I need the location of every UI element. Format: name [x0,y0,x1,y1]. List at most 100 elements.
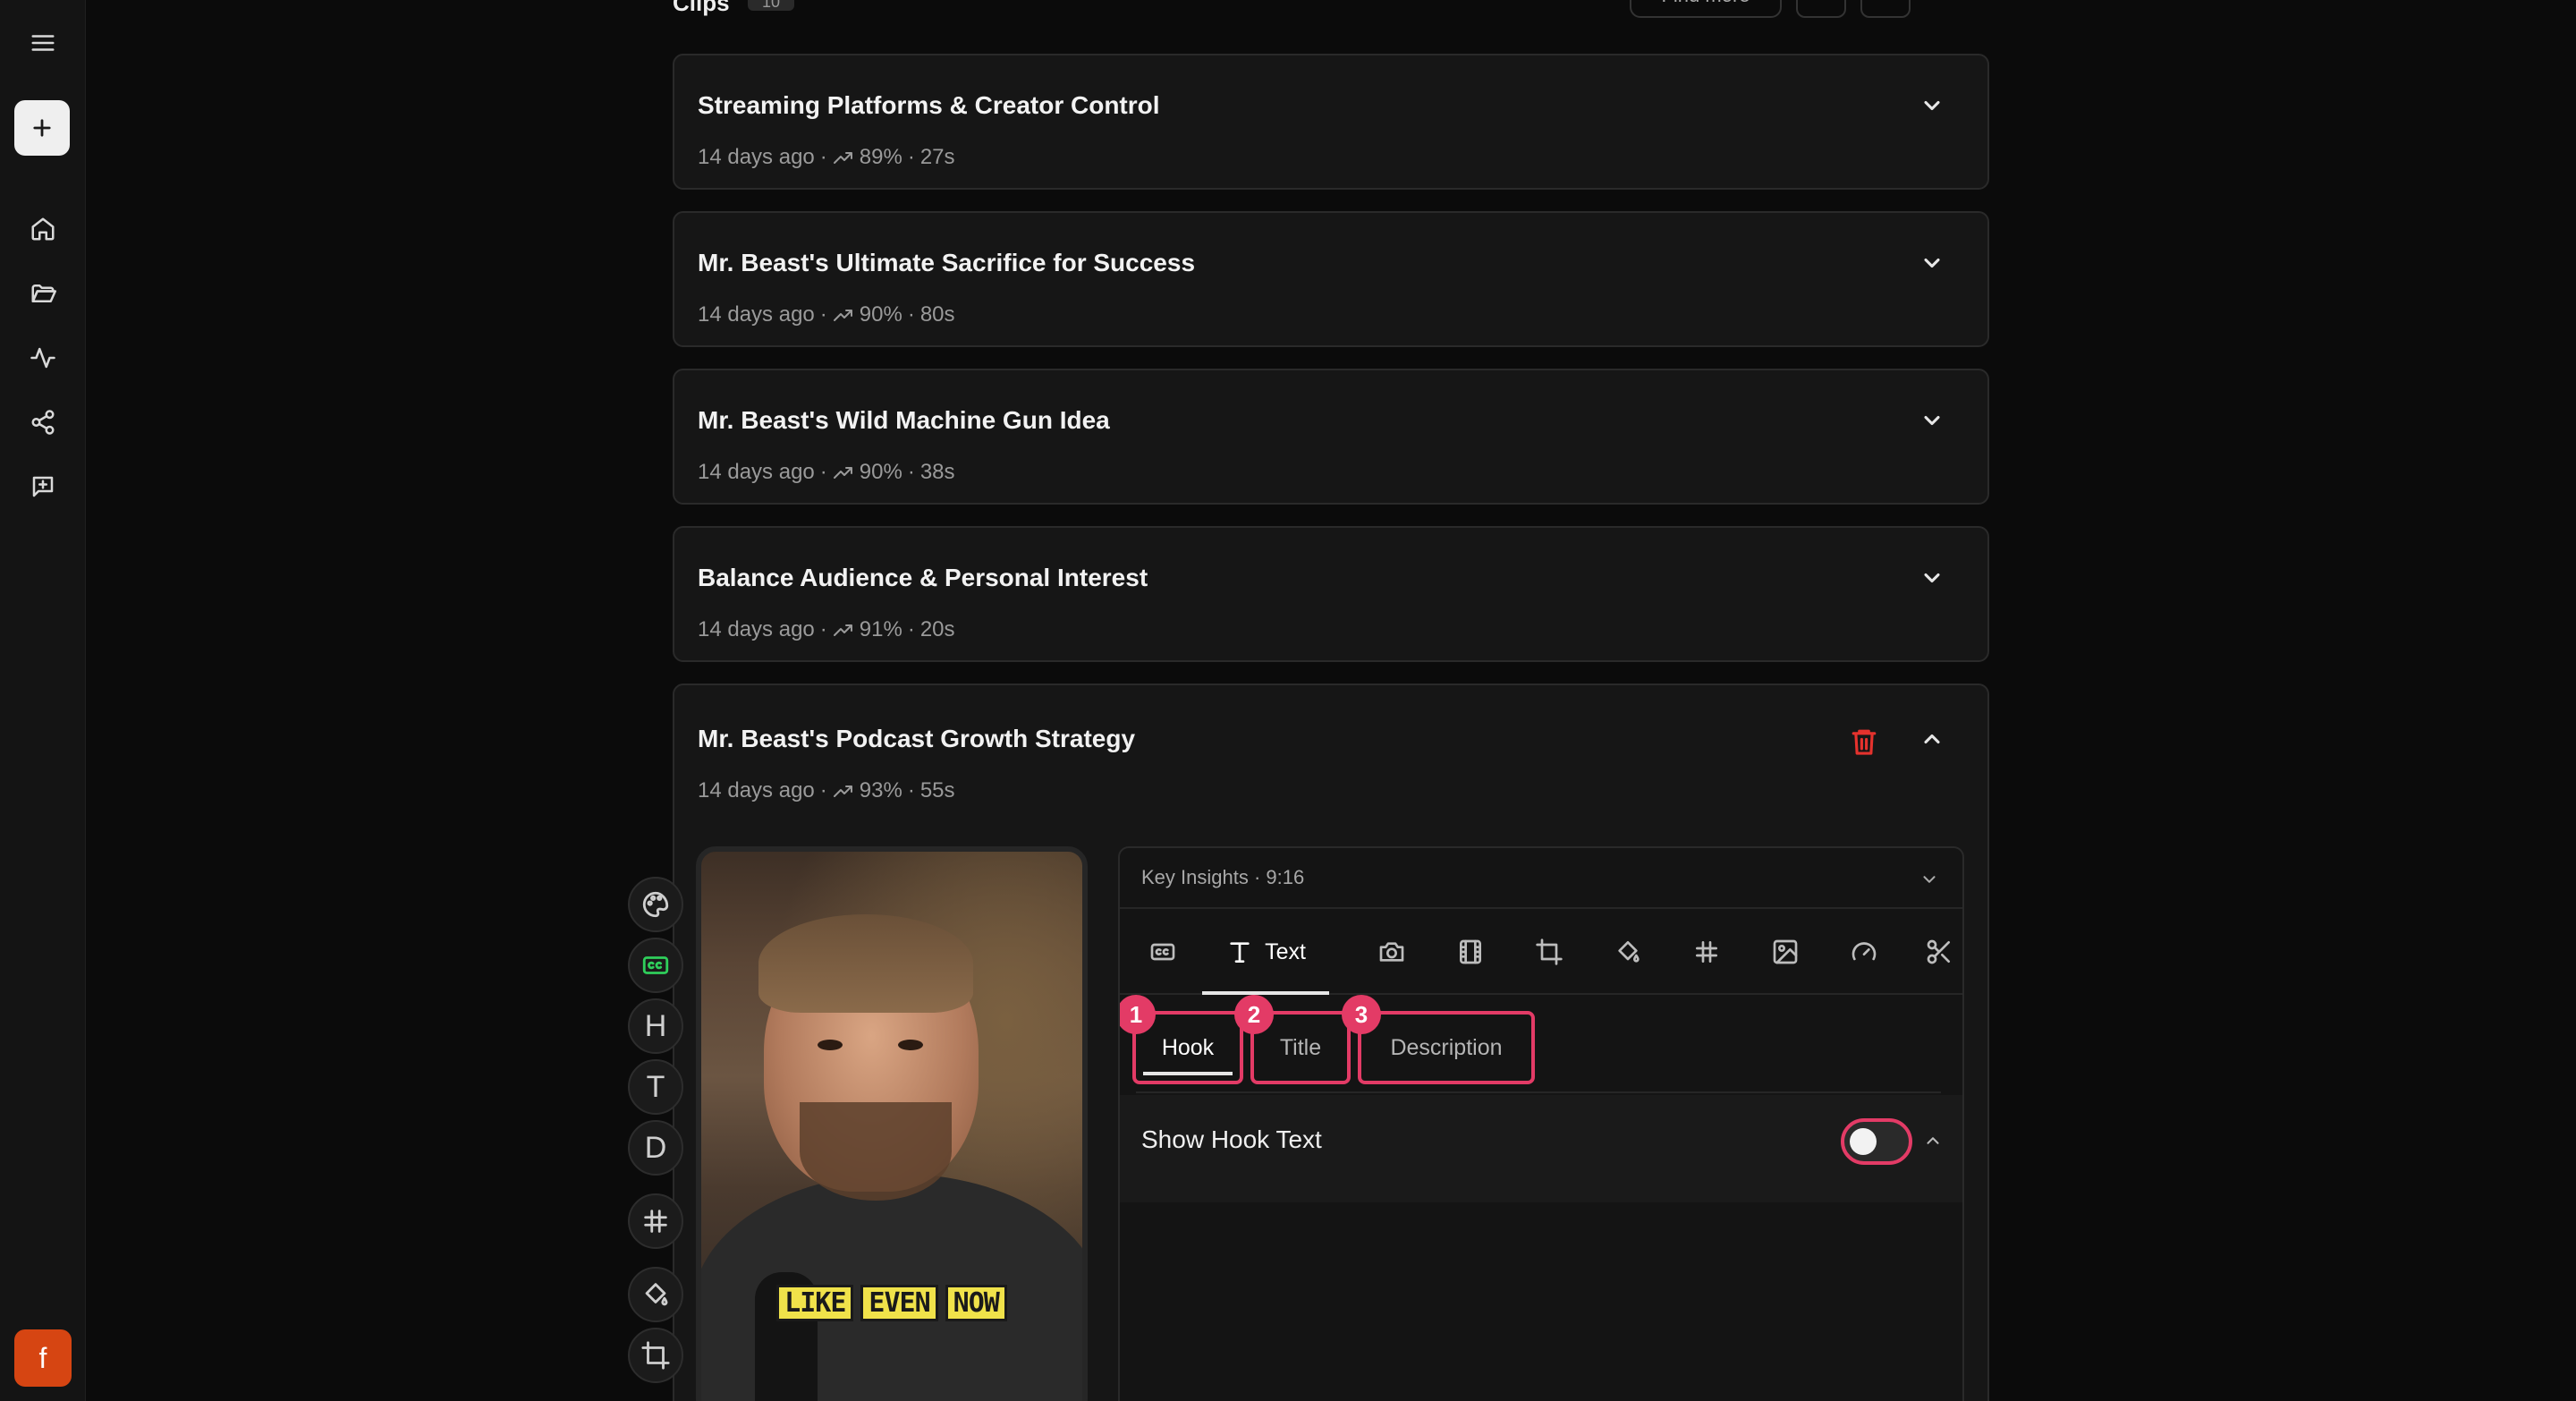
clip-score: 90% [859,302,902,327]
caption-word: NOW [945,1285,1007,1321]
speed-icon [1852,942,1877,961]
folder-icon[interactable] [21,272,64,315]
tab-grid[interactable] [1674,909,1739,995]
title-text-icon[interactable]: T [628,1059,683,1115]
subtab-label: Title [1279,1034,1322,1060]
activity-icon[interactable] [21,336,64,379]
chevron-down-icon[interactable] [1919,250,1945,276]
step-badge: 1 [1120,995,1156,1034]
clip-duration: 20s [919,617,955,641]
step-badge: 2 [1234,995,1274,1034]
crop-icon[interactable] [628,1328,683,1383]
trash-icon[interactable] [1850,726,1878,757]
tab-trim[interactable] [1907,909,1962,995]
home-icon[interactable] [21,208,64,250]
chevron-down-icon[interactable] [1919,565,1945,590]
avatar[interactable]: f [14,1329,72,1387]
trending-up-icon [833,310,852,321]
chevron-down-icon[interactable] [1919,870,1939,889]
video-person-beard [800,1102,952,1201]
tab-captions[interactable] [1131,909,1195,995]
clip-card[interactable]: Balance Audience & Personal Interest 14 … [673,526,1989,662]
scissors-icon [1927,939,1950,964]
film-icon [1460,939,1481,964]
clip-title: Streaming Platforms & Creator Control [698,91,1160,119]
chevron-down-icon[interactable] [1919,93,1945,118]
message-plus-icon[interactable] [21,465,64,508]
editor-tabs: Text [1120,909,1962,995]
tab-fill[interactable] [1596,909,1660,995]
hash-icon [1696,941,1717,963]
cc-icon[interactable] [628,938,683,993]
new-project-button[interactable] [14,100,70,156]
image-icon [1773,939,1798,964]
tab-text[interactable]: Text [1202,909,1329,995]
caption-word: EVEN [860,1285,938,1321]
show-hook-label: Show Hook Text [1141,1125,1322,1153]
clip-meta: 14 days ago · 93% · 55s [698,778,955,802]
hook-text-icon[interactable]: H [628,998,683,1054]
plus-icon [33,119,51,137]
clip-card[interactable]: Mr. Beast's Wild Machine Gun Idea 14 day… [673,369,1989,505]
clip-age: 14 days ago [698,460,815,484]
description-text-icon[interactable]: D [628,1120,683,1176]
share-icon[interactable] [21,401,64,444]
chevron-down-icon[interactable] [1919,408,1945,433]
panel-header[interactable]: Key Insights · 9:16 [1141,866,1304,889]
clip-meta: 14 days ago · 91% · 20s [698,617,955,641]
chevron-up-icon[interactable] [1919,726,1945,751]
subtab-label: Description [1390,1034,1503,1060]
clip-score: 90% [859,460,902,484]
captions-icon [1150,943,1175,961]
text-subtabs: 1 Hook 2 Title 3 Description [1120,995,1962,1084]
tab-film[interactable] [1438,909,1503,995]
editor-panel: Key Insights · 9:16 Text 1 Hook 2 Title … [1118,846,1964,1401]
trending-up-icon [833,467,852,479]
sidebar: f [0,0,86,1401]
video-caption: LIKE EVEN NOW [701,1285,1082,1321]
clip-duration: 38s [919,460,955,484]
subtab-title[interactable]: 2 Title [1234,995,1351,1084]
tab-speed[interactable] [1832,909,1896,995]
clip-meta: 14 days ago · 90% · 38s [698,460,955,484]
clip-duration: 55s [919,778,955,802]
subtab-label: Hook [1161,1034,1215,1060]
trending-up-icon [833,152,852,164]
clip-card[interactable]: Streaming Platforms & Creator Control 14… [673,54,1989,190]
menu-icon[interactable] [21,21,64,64]
sort-button[interactable] [1860,0,1911,18]
video-person-eye [818,1040,843,1050]
clip-title: Balance Audience & Personal Interest [698,564,1148,591]
video-preview[interactable]: LIKE EVEN NOW [696,846,1088,1401]
subtab-hook[interactable]: 1 Hook [1120,995,1243,1084]
clip-title: Mr. Beast's Ultimate Sacrifice for Succe… [698,249,1196,276]
video-person-hair [758,914,973,1013]
tab-camera[interactable] [1360,909,1424,995]
clip-meta: 14 days ago · 89% · 27s [698,145,955,169]
clip-age: 14 days ago [698,617,815,641]
section-title: Clips [673,0,730,16]
clip-age: 14 days ago [698,302,815,327]
tab-crop[interactable] [1517,909,1581,995]
clip-duration: 80s [919,302,955,327]
clip-score: 91% [859,617,902,641]
clip-age: 14 days ago [698,778,815,802]
clip-age: 14 days ago [698,145,815,169]
tab-image[interactable] [1753,909,1818,995]
grid-icon[interactable] [628,1193,683,1249]
paint-bucket-icon[interactable] [628,1267,683,1322]
find-more-button[interactable]: Find more [1630,0,1782,18]
clip-title: Mr. Beast's Wild Machine Gun Idea [698,406,1110,434]
chevron-up-icon[interactable] [1923,1131,1943,1151]
step-badge: 3 [1342,995,1381,1034]
trending-up-icon [833,785,852,797]
show-hook-toggle[interactable] [1841,1118,1912,1165]
tab-text-label: Text [1265,938,1306,964]
palette-icon[interactable] [628,877,683,932]
clip-meta: 14 days ago · 90% · 80s [698,302,955,327]
toggle-knob [1850,1128,1877,1155]
scissors-button[interactable] [1796,0,1846,18]
clip-card[interactable]: Mr. Beast's Ultimate Sacrifice for Succe… [673,211,1989,347]
subtab-description[interactable]: 3 Description [1342,995,1535,1084]
subtab-underline [1143,1072,1233,1075]
